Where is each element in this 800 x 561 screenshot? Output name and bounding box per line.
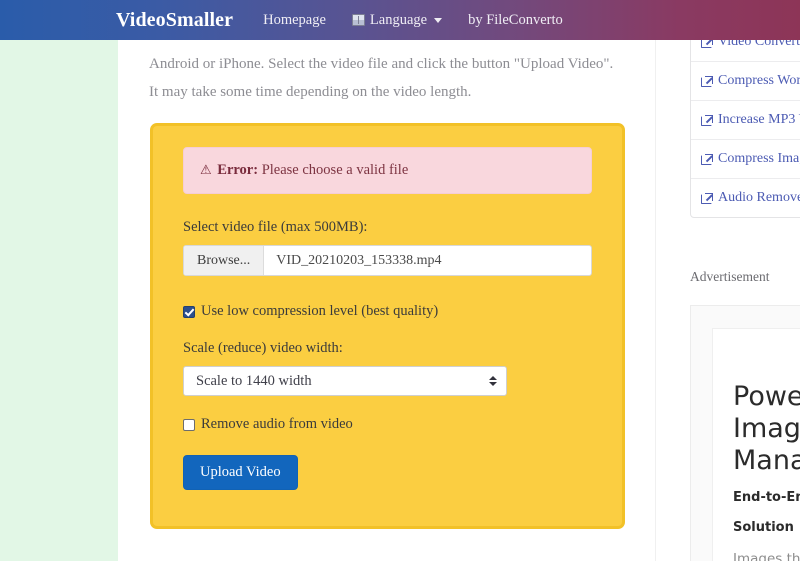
list-item[interactable]: Compress Image — [691, 140, 800, 179]
list-item[interactable]: Compress Word — [691, 62, 800, 101]
list-item[interactable]: Increase MP3 Volume — [691, 101, 800, 140]
nav-link-homepage[interactable]: Homepage — [263, 12, 326, 29]
file-field-label: Select video file (max 500MB): — [183, 219, 368, 236]
top-navbar: VideoSmaller Homepage Language by FileCo… — [0, 0, 800, 40]
selected-file-name: VID_20210203_153338.mp4 — [276, 252, 442, 268]
advertisement-label: Advertisement — [690, 269, 770, 284]
intro-paragraph: Android or iPhone. Select the video file… — [149, 56, 614, 100]
error-alert-message: Please choose a valid file — [258, 162, 409, 178]
video-file-input[interactable]: Browse... VID_20210203_153338.mp4 — [183, 245, 592, 277]
low-compression-checkbox[interactable] — [183, 305, 195, 318]
low-compression-label: Use low compression level (best quality) — [201, 303, 439, 320]
list-item-label: Video Converter — [718, 40, 800, 49]
ad-subhead-line-1: End-to-End Image — [733, 490, 800, 505]
left-decorative-rail — [0, 40, 118, 561]
nav-link-by-fileconverto[interactable]: by FileConverto — [468, 12, 563, 29]
ad-headline-line-3: Management — [733, 445, 800, 476]
warning-triangle-icon: ⚠ — [200, 162, 212, 177]
nav-link-language[interactable]: Language — [351, 11, 443, 29]
browse-button[interactable]: Browse... — [184, 246, 265, 276]
external-link-icon — [701, 76, 713, 87]
ad-body-line-1: Images that just work, — [733, 551, 800, 561]
advertisement-slot: Powerful Image Management End-to-End Ima… — [690, 305, 800, 561]
external-link-icon — [701, 193, 713, 204]
list-item-label: Compress Image — [718, 151, 800, 166]
main-content-column: Android or iPhone. Select the video file… — [119, 40, 655, 561]
language-book-icon — [351, 14, 365, 26]
list-item[interactable]: Audio Remover — [691, 179, 800, 217]
external-link-icon — [701, 40, 713, 48]
upload-video-button[interactable]: Upload Video — [183, 455, 298, 491]
error-alert: ⚠ Error: Please choose a valid file — [183, 147, 592, 195]
column-divider — [655, 40, 656, 561]
scale-select[interactable]: Scale to 1440 width — [183, 366, 507, 397]
list-item[interactable]: Video Converter — [691, 40, 800, 62]
ad-subhead-line-2: Solution — [733, 520, 794, 535]
ad-headline-line-2: Image — [733, 413, 800, 444]
scale-select-wrapper[interactable]: Scale to 1440 width — [183, 366, 507, 397]
remove-audio-checkbox[interactable] — [183, 418, 195, 431]
list-item-label: Audio Remover — [718, 190, 800, 205]
compression-form-card: ⚠ Error: Please choose a valid file Sele… — [150, 123, 625, 529]
nav-link-homepage-label: Homepage — [263, 11, 326, 28]
chevron-down-icon — [434, 17, 443, 23]
related-tools-list: Video Converter Compress Word Increase M… — [690, 40, 800, 218]
remove-audio-label: Remove audio from video — [201, 416, 353, 433]
external-link-icon — [701, 154, 713, 165]
list-item-label: Compress Word — [718, 73, 800, 88]
site-logo[interactable]: VideoSmaller — [116, 9, 233, 32]
page-root: VideoSmaller Homepage Language by FileCo… — [0, 0, 800, 561]
nav-link-language-label: Language — [369, 11, 428, 28]
ad-headline-line-1: Powerful — [733, 381, 800, 412]
remove-audio-checkbox-row[interactable]: Remove audio from video — [183, 416, 592, 433]
advertisement-creative[interactable]: Powerful Image Management End-to-End Ima… — [712, 328, 800, 561]
scale-field-label: Scale (reduce) video width: — [183, 340, 343, 357]
low-compression-checkbox-row[interactable]: Use low compression level (best quality) — [183, 303, 592, 320]
navbar-links: Homepage Language by FileConverto — [263, 12, 563, 29]
nav-link-by-fileconverto-label: by FileConverto — [468, 11, 563, 28]
external-link-icon — [701, 115, 713, 126]
error-alert-strong: Error: — [217, 162, 259, 178]
right-sidebar: Video Converter Compress Word Increase M… — [690, 40, 800, 561]
list-item-label: Increase MP3 Volume — [718, 112, 800, 127]
